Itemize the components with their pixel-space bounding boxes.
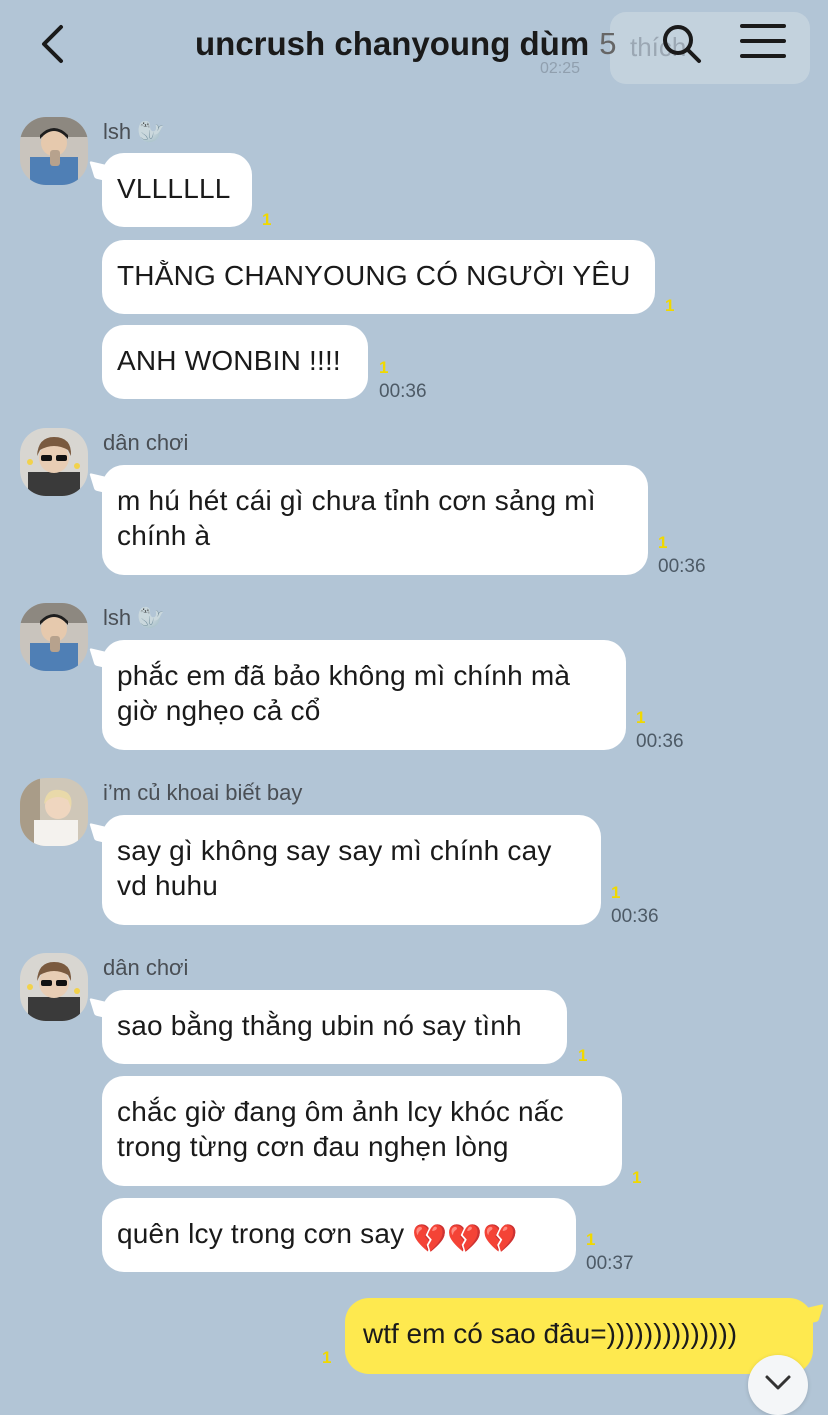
broken-heart-icon: 💔💔💔 <box>412 1223 518 1254</box>
message-time: 00:37 <box>586 1253 634 1274</box>
chevron-left-icon <box>42 25 63 63</box>
message-bubble[interactable]: phắc em đã bảo không mì chính mà giờ ngh… <box>102 640 626 750</box>
sender-name: lsh 🦭 <box>103 119 165 144</box>
unread-count: 1 <box>658 533 668 552</box>
unread-count: 1 <box>586 1230 596 1249</box>
message-text: quên lcy trong cơn say <box>117 1218 405 1249</box>
unread-count: 1 <box>262 210 272 229</box>
message-bubble[interactable]: sao bằng thằng ubin nó say tình <box>102 990 567 1064</box>
search-icon <box>663 25 701 63</box>
avatar-dan-choi[interactable] <box>20 428 88 496</box>
unread-count: 1 <box>578 1046 588 1065</box>
avatar-cu-khoai[interactable] <box>20 778 88 846</box>
message-bubble[interactable]: chắc giờ đang ôm ảnh lcy khóc nấc trong … <box>102 1076 622 1186</box>
menu-icon <box>740 24 786 58</box>
message-text: phắc em đã bảo không mì chính mà giờ ngh… <box>117 660 571 726</box>
message-bubble[interactable]: ANH WONBIN !!!! <box>102 325 368 399</box>
message-text: THẰNG CHANYOUNG CÓ NGƯỜI YÊU <box>117 260 631 291</box>
sender-name: i’m củ khoai biết bay <box>103 780 303 805</box>
chat-title-group[interactable]: uncrush chanyoung dùm 5 <box>195 24 616 64</box>
back-button[interactable] <box>30 22 74 66</box>
search-button[interactable] <box>660 22 704 66</box>
scroll-to-bottom-button[interactable] <box>748 1355 808 1415</box>
message-bubble[interactable]: THẰNG CHANYOUNG CÓ NGƯỜI YÊU <box>102 240 655 314</box>
message-bubble[interactable]: VLLLLLL <box>102 153 252 227</box>
message-text: chắc giờ đang ôm ảnh lcy khóc nấc trong … <box>117 1096 564 1162</box>
message-time: 00:36 <box>658 556 706 577</box>
message-bubble[interactable]: say gì không say say mì chính cay vd huh… <box>102 815 601 925</box>
avatar-lsh[interactable] <box>20 603 88 671</box>
sender-name: dân chơi <box>103 430 189 455</box>
message-text: VLLLLLL <box>117 173 231 204</box>
sender-name: lsh 🦭 <box>103 605 165 630</box>
unread-count: 1 <box>322 1348 332 1367</box>
menu-button[interactable] <box>740 24 786 64</box>
message-text: wtf em có sao đâu=)))))))))))))) <box>363 1318 738 1349</box>
unread-count: 1 <box>379 358 389 377</box>
message-text: m hú hét cái gì chưa tỉnh cơn sảng mì ch… <box>117 485 596 551</box>
unread-count: 1 <box>611 883 621 902</box>
sender-name: dân chơi <box>103 955 189 980</box>
chevron-down-icon <box>765 1375 791 1390</box>
unread-count: 1 <box>632 1168 642 1187</box>
unread-count: 1 <box>665 296 675 315</box>
message-text: say gì không say say mì chính cay vd huh… <box>117 835 552 901</box>
message-time: 00:36 <box>379 381 427 402</box>
chat-title: uncrush chanyoung dùm <box>195 25 590 62</box>
unread-count: 1 <box>636 708 646 727</box>
chat-header: thích 02:25 uncrush chanyoung dùm 5 <box>0 0 828 88</box>
avatar-lsh[interactable] <box>20 117 88 185</box>
message-bubble[interactable]: m hú hét cái gì chưa tỉnh cơn sảng mì ch… <box>102 465 648 575</box>
message-text: ANH WONBIN !!!! <box>117 345 341 376</box>
message-text: sao bằng thằng ubin nó say tình <box>117 1010 522 1041</box>
message-time: 00:36 <box>611 906 659 927</box>
message-time: 00:36 <box>636 731 684 752</box>
avatar-dan-choi[interactable] <box>20 953 88 1021</box>
member-count: 5 <box>599 26 617 61</box>
message-bubble[interactable]: quên lcy trong cơn say 💔💔💔 <box>102 1198 576 1272</box>
my-message-bubble[interactable]: wtf em có sao đâu=)))))))))))))) <box>345 1298 813 1374</box>
